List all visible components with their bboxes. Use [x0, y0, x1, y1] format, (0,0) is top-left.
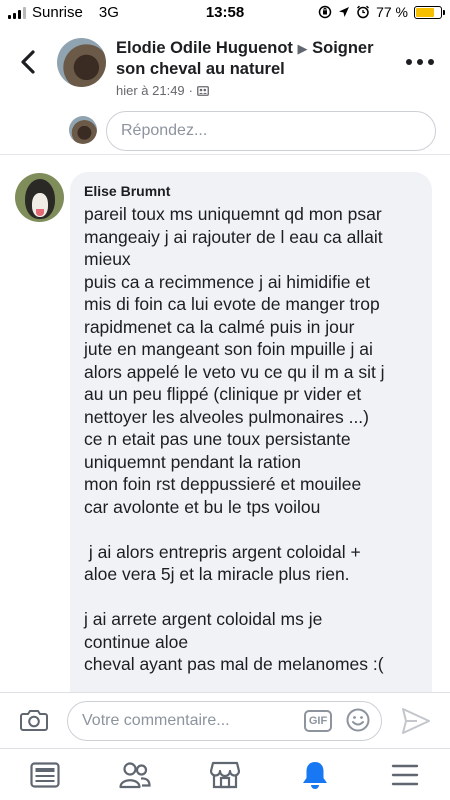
- screen-rotation-lock-icon: [318, 5, 332, 19]
- post-timestamp[interactable]: hier à 21:49: [116, 83, 185, 98]
- comment-blank-line: [84, 586, 420, 609]
- status-bar: Sunrise 3G 13:58 77 %: [0, 0, 450, 26]
- comment-line: continue aloe: [84, 631, 189, 652]
- post-header: Elodie Odile Huguenot ▶ Soigner son chev…: [0, 26, 450, 110]
- alarm-icon: [357, 5, 370, 19]
- comment-line: mieux: [84, 249, 131, 269]
- location-arrow-icon: [339, 7, 350, 17]
- tab-news-feed[interactable]: [29, 759, 61, 791]
- comment-line: aloe vera 5j et la miracle plus rien.: [84, 564, 350, 584]
- smiley-icon: [346, 708, 370, 732]
- status-icons: 77 %: [318, 4, 445, 20]
- comment-line: puis ca a recimmence j ai himidifie et: [84, 271, 370, 292]
- comment-line: car avolonte et bu le tps voilou: [84, 496, 321, 517]
- camera-icon: [20, 710, 48, 731]
- comment-line: j ai arrete argent coloidal ms je: [84, 609, 323, 629]
- tab-marketplace[interactable]: [209, 759, 241, 791]
- send-icon: [402, 708, 430, 734]
- comment-text: pareil toux ms uniquemnt qd mon psar man…: [84, 203, 420, 676]
- author-name[interactable]: Elodie Odile Huguenot: [116, 39, 293, 57]
- battery-icon: [414, 5, 445, 19]
- post-meta: hier à 21:49 ·: [116, 83, 396, 98]
- arrow-icon: ▶: [297, 41, 308, 56]
- battery-percentage: 77 %: [376, 4, 408, 20]
- comment-line: mis di foin ca lui evote de manger trop: [84, 294, 380, 314]
- notifications-bell-icon: [303, 762, 327, 789]
- comment-blank-line: [84, 518, 420, 541]
- commenter-avatar[interactable]: [15, 173, 64, 222]
- reply-row: Répondez...: [0, 110, 450, 158]
- comment-line: cheval ayant pas mal de melanomes :(: [84, 654, 384, 674]
- current-user-avatar: [69, 116, 97, 144]
- back-button[interactable]: [14, 48, 42, 76]
- comment-line: j ai alors entrepris argent coloidal +: [84, 541, 361, 562]
- comment-line: au un peu flippé (clinique pr vider et: [84, 384, 362, 404]
- reply-input[interactable]: Répondez...: [106, 111, 436, 151]
- post-title: Elodie Odile Huguenot ▶ Soigner son chev…: [116, 38, 396, 80]
- comment-line: pareil toux ms uniquemnt qd mon psar: [84, 204, 382, 224]
- comment-line: rapidmenet ca la calmé puis in jour: [84, 316, 355, 337]
- news-feed-icon: [30, 762, 60, 788]
- more-options-button[interactable]: [406, 52, 434, 72]
- author-avatar[interactable]: [57, 38, 106, 87]
- tab-menu[interactable]: [389, 759, 421, 791]
- emoji-button[interactable]: [346, 708, 370, 732]
- post-header-text: Elodie Odile Huguenot ▶ Soigner son chev…: [116, 38, 396, 98]
- divider: [0, 154, 450, 155]
- comment-bubble: Elise Brumnt pareil toux ms uniquemnt qd…: [70, 172, 432, 732]
- tab-notifications[interactable]: [299, 759, 331, 791]
- comment-composer: Votre commentaire... GIF: [0, 692, 450, 748]
- comment-line: uniquemnt pendant la ration: [84, 451, 301, 472]
- comment-line: nettoyer les alveoles pulmonaires ...): [84, 406, 369, 427]
- chevron-left-icon: [21, 50, 35, 74]
- comment-line: jute en mangeant son foin mpuille j ai: [84, 339, 373, 359]
- bottom-tab-bar: [0, 748, 450, 800]
- menu-icon: [391, 764, 419, 786]
- send-button[interactable]: [401, 707, 431, 735]
- marketplace-icon: [210, 761, 240, 789]
- comment-line: alors appelé le veto vu ce qu il m a sit…: [84, 361, 385, 382]
- comment-author[interactable]: Elise Brumnt: [84, 182, 420, 200]
- tab-friends[interactable]: [119, 759, 151, 791]
- camera-button[interactable]: [20, 708, 48, 732]
- comment-line: mon foin rst deppussieré et mouilee: [84, 474, 362, 494]
- friends-icon: [119, 762, 151, 789]
- group-audience-icon: [197, 85, 209, 96]
- comment-input[interactable]: Votre commentaire...: [67, 701, 382, 741]
- comment-line: ce n etait pas une toux persistante: [84, 429, 351, 449]
- meta-separator: ·: [188, 83, 194, 98]
- gif-button[interactable]: GIF: [304, 710, 332, 732]
- comment-line: mangeaiy j ai rajouter de l eau ca allai…: [84, 226, 383, 247]
